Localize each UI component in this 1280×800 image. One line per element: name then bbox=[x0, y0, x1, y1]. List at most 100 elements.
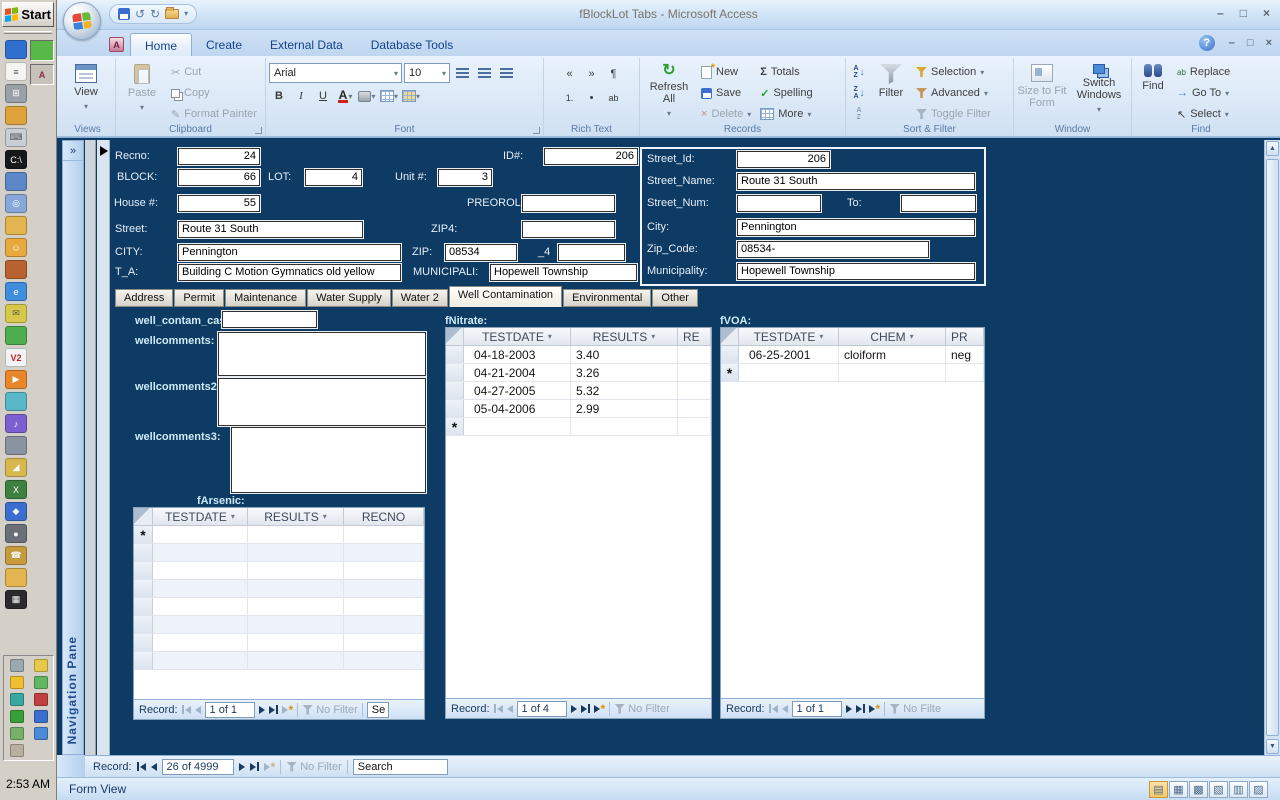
volume-icon[interactable]: ◢ bbox=[5, 458, 27, 477]
layout-view-button[interactable]: ▥ bbox=[1229, 781, 1248, 798]
pivotchart-view-button[interactable]: ▧ bbox=[1209, 781, 1228, 798]
search-box[interactable]: Se bbox=[367, 702, 389, 718]
delete-record-button[interactable]: ×Delete▾ bbox=[698, 105, 754, 123]
notepad-icon[interactable]: ≡ bbox=[5, 62, 27, 81]
new-blank-record-button[interactable]: * bbox=[282, 706, 294, 714]
form-view-button[interactable]: ▤ bbox=[1149, 781, 1168, 798]
clear-sorts-button[interactable]: AZ bbox=[849, 105, 869, 123]
table-row[interactable]: 05-04-20062.99 bbox=[446, 400, 711, 418]
refresh-all-button[interactable]: ↻ Refresh All ▾ bbox=[643, 60, 695, 120]
municipali-input[interactable]: Hopewell Township bbox=[490, 264, 637, 281]
filter-button[interactable]: Filter bbox=[872, 60, 910, 99]
municipality-input[interactable]: Hopewell Township bbox=[737, 263, 975, 280]
street-num-to-input[interactable] bbox=[901, 195, 976, 212]
sort-descending-button[interactable]: ZA↓ bbox=[849, 84, 869, 102]
child-minimize-button[interactable]: – bbox=[1229, 37, 1235, 49]
new-record-row[interactable]: * bbox=[446, 418, 711, 436]
next-record-button[interactable] bbox=[239, 763, 245, 771]
font-dialog-launcher[interactable] bbox=[533, 127, 540, 134]
wellcomments-input[interactable] bbox=[218, 332, 426, 376]
vertical-scrollbar[interactable]: ▲ ▼ bbox=[1264, 140, 1280, 755]
gridlines-button[interactable]: ▾ bbox=[379, 87, 399, 105]
numbering-button[interactable]: 1. bbox=[560, 89, 580, 107]
music-app-icon[interactable]: ♪ bbox=[5, 414, 27, 433]
lot-input[interactable]: 4 bbox=[305, 169, 362, 186]
table-row[interactable]: 04-27-20055.32 bbox=[446, 382, 711, 400]
fill-color-button[interactable]: ▾ bbox=[357, 87, 377, 105]
design-view-button[interactable]: ▨ bbox=[1249, 781, 1268, 798]
previous-record-button[interactable] bbox=[151, 763, 157, 771]
calculator-icon[interactable]: ▦ bbox=[5, 590, 27, 609]
tab-other[interactable]: Other bbox=[652, 289, 698, 307]
keyboard-icon[interactable]: ⌨ bbox=[5, 128, 27, 147]
zip-code-input[interactable]: 08534- bbox=[737, 241, 929, 258]
netmeeting-icon[interactable]: ◆ bbox=[5, 502, 27, 521]
tray-disconnected-icon[interactable] bbox=[34, 693, 48, 706]
record-position[interactable]: 26 of 4999 bbox=[162, 759, 234, 775]
previous-record-button[interactable] bbox=[782, 705, 788, 713]
align-right-button[interactable] bbox=[496, 64, 516, 82]
last-record-button[interactable] bbox=[856, 704, 865, 713]
first-record-button[interactable] bbox=[769, 704, 778, 713]
office-button[interactable] bbox=[63, 2, 101, 40]
column-dropdown-icon[interactable]: ▾ bbox=[231, 512, 235, 521]
web-app-icon[interactable] bbox=[5, 392, 27, 411]
my-computer-icon[interactable] bbox=[5, 172, 27, 191]
new-record-button[interactable]: *New bbox=[698, 63, 754, 81]
size-to-fit-form-button[interactable]: Size to Fit Form bbox=[1017, 60, 1067, 109]
ta-input[interactable]: Building C Motion Gymnatics old yellow bbox=[178, 264, 401, 281]
previous-record-button[interactable] bbox=[507, 705, 513, 713]
tray-new-mail-icon[interactable] bbox=[34, 659, 48, 672]
excel-icon[interactable]: X bbox=[5, 480, 27, 499]
preorold-input[interactable] bbox=[522, 195, 615, 212]
scroll-up-button[interactable]: ▲ bbox=[1266, 141, 1279, 156]
media-player-icon[interactable]: ▶ bbox=[5, 370, 27, 389]
new-blank-record-button[interactable]: * bbox=[264, 763, 276, 771]
command-prompt-icon[interactable]: C:\ bbox=[5, 150, 27, 169]
unit-input[interactable]: 3 bbox=[438, 169, 492, 186]
select-all-corner[interactable] bbox=[721, 328, 739, 345]
previous-record-button[interactable] bbox=[195, 706, 201, 714]
camera-icon[interactable]: ● bbox=[5, 524, 27, 543]
start-button[interactable]: Start bbox=[2, 2, 54, 27]
advanced-filter-button[interactable]: Advanced▾ bbox=[913, 84, 994, 102]
recno-input[interactable]: 24 bbox=[178, 148, 260, 165]
street-input[interactable]: Route 31 South bbox=[178, 221, 363, 238]
copy-button[interactable]: Copy bbox=[168, 84, 260, 102]
view-button[interactable]: View ▾ bbox=[63, 60, 109, 113]
tray-network-icon[interactable] bbox=[34, 727, 48, 740]
record-position[interactable]: 1 of 1 bbox=[792, 701, 842, 717]
folder-icon[interactable] bbox=[5, 216, 27, 235]
tab-home[interactable]: Home bbox=[130, 33, 192, 57]
find-button[interactable]: Find bbox=[1135, 60, 1171, 92]
next-record-button[interactable] bbox=[571, 705, 577, 713]
house-input[interactable]: 55 bbox=[178, 195, 260, 212]
nitrate-col-testdate[interactable]: TESTDATE▾ bbox=[464, 328, 571, 345]
folder-icon-2[interactable] bbox=[5, 568, 27, 587]
alternate-fill-button[interactable]: ▾ bbox=[401, 87, 421, 105]
align-left-button[interactable] bbox=[452, 64, 472, 82]
navigation-pane-shutter[interactable]: » Navigation Pane bbox=[62, 140, 84, 755]
select-button[interactable]: ↖Select▾ bbox=[1174, 105, 1233, 123]
show-desktop-icon[interactable] bbox=[5, 40, 27, 59]
new-record-row[interactable]: * bbox=[134, 526, 424, 544]
first-record-button[interactable] bbox=[494, 704, 503, 713]
more-button[interactable]: More▾ bbox=[757, 105, 815, 123]
view-dropdown-icon[interactable]: ▾ bbox=[84, 101, 88, 113]
restore-button[interactable]: □ bbox=[1240, 6, 1247, 20]
select-all-corner[interactable] bbox=[134, 508, 153, 525]
access-window-button[interactable]: A bbox=[30, 64, 54, 85]
voa-col-testdate[interactable]: TESTDATE▾ bbox=[739, 328, 839, 345]
paint-window-button[interactable] bbox=[30, 40, 54, 61]
tab-permit[interactable]: Permit bbox=[174, 289, 224, 307]
tray-remote-icon[interactable] bbox=[10, 659, 24, 672]
network-cd-icon[interactable]: ◎ bbox=[5, 194, 27, 213]
well-contam-case-input[interactable] bbox=[222, 311, 317, 328]
file-explorer-icon[interactable] bbox=[5, 106, 27, 125]
sort-ascending-button[interactable]: AZ↓ bbox=[849, 63, 869, 81]
goto-button[interactable]: →Go To▾ bbox=[1174, 84, 1233, 102]
minimize-button[interactable]: – bbox=[1217, 6, 1224, 20]
new-blank-record-button[interactable]: * bbox=[869, 705, 881, 713]
cut-button[interactable]: ✂Cut bbox=[168, 63, 260, 81]
tab-create[interactable]: Create bbox=[192, 33, 256, 56]
